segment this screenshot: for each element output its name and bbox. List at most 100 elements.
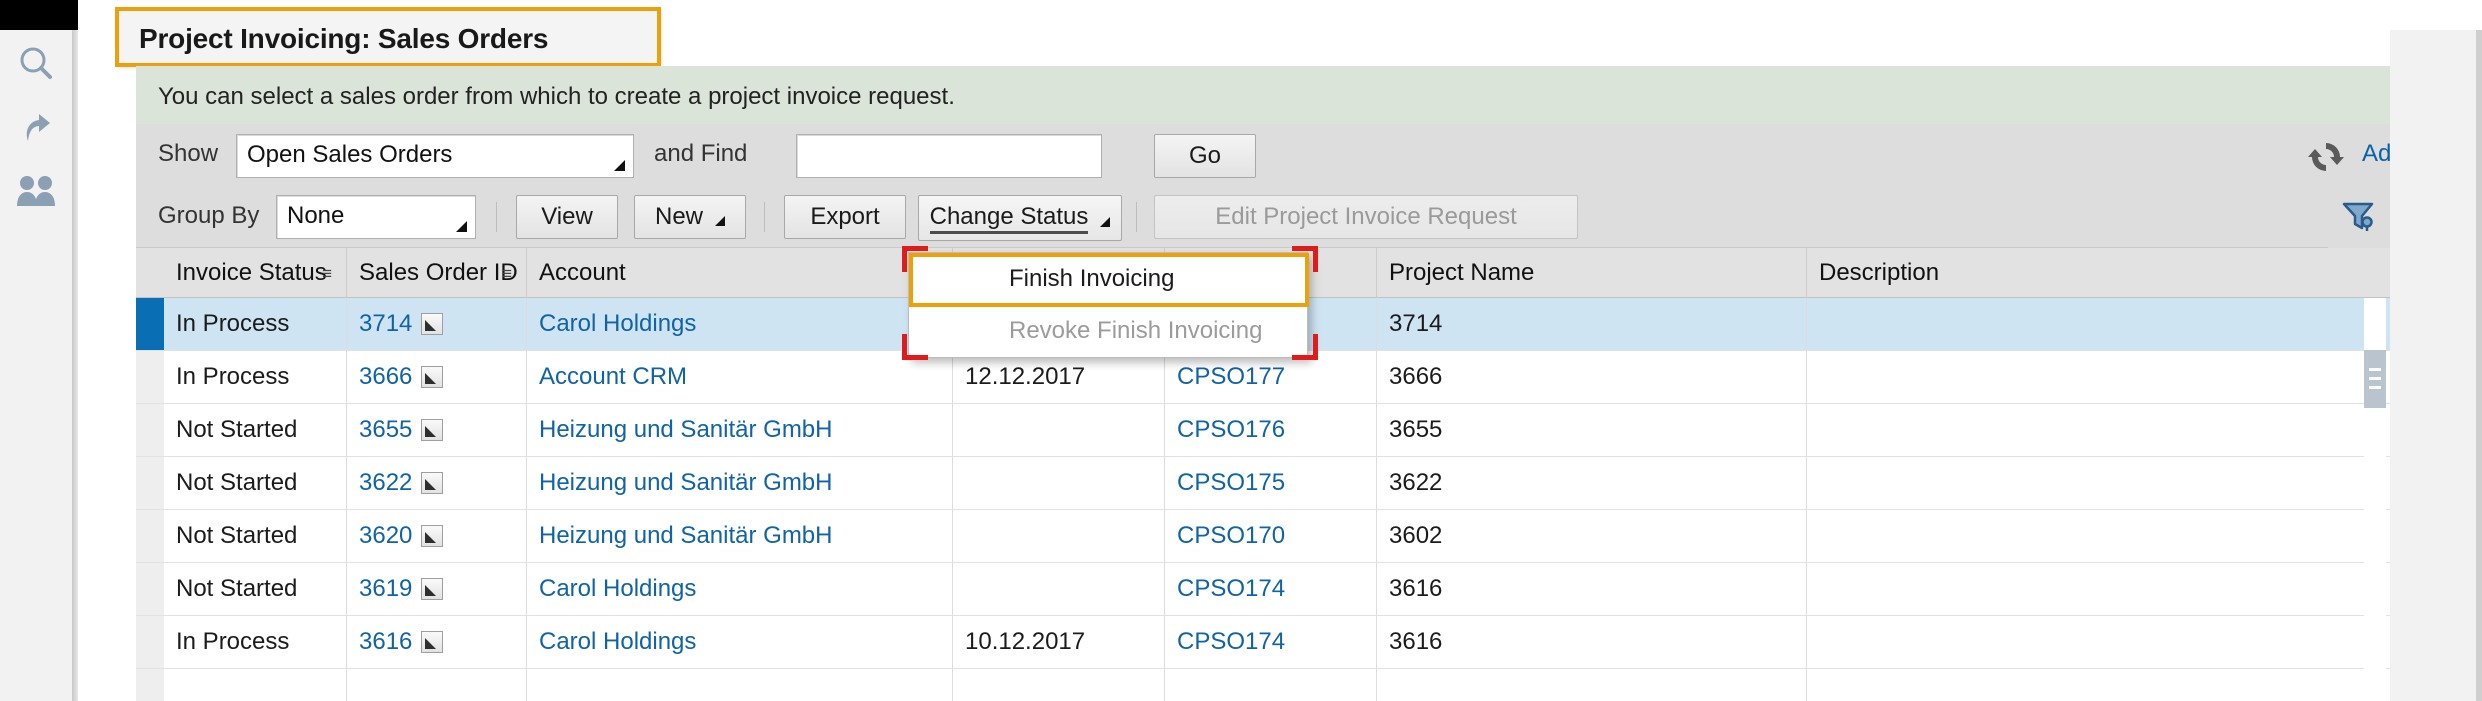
table-row[interactable]: Not Started 3622 Heizung und Sanitär GmbH C… (136, 457, 2390, 510)
cell-sales-order-id: 3666 (346, 351, 526, 403)
top-left-black-strip (0, 0, 78, 30)
chevron-down-icon (456, 221, 467, 232)
filter-settings-button[interactable] (2328, 186, 2390, 248)
sales-order-id-link[interactable]: 3616 (359, 628, 412, 656)
row-selection-marker[interactable] (136, 404, 164, 456)
row-action-chevron-icon[interactable] (421, 472, 444, 494)
sales-order-id-wrapper: 3655 (359, 416, 444, 444)
show-label: Show (158, 140, 219, 167)
cell-description (1806, 404, 2346, 456)
page-title: Project Invoicing: Sales Orders (139, 23, 549, 54)
row-action-chevron-icon[interactable] (421, 578, 444, 600)
row-selection-marker[interactable] (136, 616, 164, 668)
export-button[interactable]: Export (784, 195, 906, 239)
cell-invoice-status: Not Started (176, 575, 298, 602)
cell-sales-order-id: 3619 (346, 563, 526, 615)
column-header-sales-order-id[interactable]: Sales Order ID ≡ (346, 248, 526, 298)
table-row[interactable]: Not Started 3619 Carol Holdings CPSO174 3616 (136, 563, 2390, 616)
find-input[interactable] (797, 135, 1101, 177)
edit-project-invoice-request-button: Edit Project Invoice Request (1154, 195, 1578, 239)
cell-account[interactable]: Carol Holdings (526, 616, 952, 668)
edit-project-invoice-request-label: Edit Project Invoice Request (1215, 203, 1517, 230)
sales-order-id-link[interactable]: 3666 (359, 363, 412, 391)
cell-account[interactable] (526, 669, 952, 701)
menu-item-finish-invoicing-label: Finish Invoicing (1009, 265, 1175, 292)
cell-date (952, 510, 1164, 562)
row-selection-marker[interactable] (136, 669, 164, 701)
sales-order-id-wrapper: 3619 (359, 575, 444, 603)
table-row[interactable]: Not Started 3620 Heizung und Sanitär GmbH C… (136, 510, 2390, 563)
sort-icon[interactable]: ≡ (322, 265, 332, 282)
row-action-chevron-icon[interactable] (421, 419, 444, 441)
row-selection-marker[interactable] (136, 510, 164, 562)
search-icon[interactable] (12, 40, 60, 88)
cell-project-name: 3655 (1376, 404, 1806, 456)
cell-project-id[interactable] (1164, 669, 1376, 701)
scrollbar-thumb[interactable] (2364, 350, 2386, 408)
cell-project-id[interactable]: CPSO174 (1164, 616, 1376, 668)
people-icon[interactable] (12, 168, 60, 216)
row-action-chevron-icon[interactable] (421, 366, 444, 388)
row-selection-marker[interactable] (136, 563, 164, 615)
menu-item-finish-invoicing[interactable]: Finish Invoicing (909, 253, 1307, 305)
cell-invoice-status: In Process (176, 363, 290, 390)
table-row[interactable]: In Process 3666 Account CRM 12.12.2017 CPSO1… (136, 351, 2390, 404)
group-by-select[interactable]: None (276, 195, 476, 239)
table-row[interactable]: Not Started 3655 Heizung und Sanitär GmbH C… (136, 404, 2390, 457)
cell-account[interactable]: Heizung und Sanitär GmbH (526, 404, 952, 456)
cell-invoice-status: Not Started (176, 522, 298, 549)
sales-order-id-link[interactable]: 3620 (359, 522, 412, 550)
cell-project-name: 3616 (1376, 616, 1806, 668)
cell-project-id[interactable]: CPSO174 (1164, 563, 1376, 615)
column-header-invoice-status[interactable]: Invoice Status ≡ (164, 248, 346, 298)
cell-account[interactable]: Carol Holdings (526, 563, 952, 615)
cell-project-id[interactable]: CPSO170 (1164, 510, 1376, 562)
table-vertical-scrollbar[interactable] (2364, 298, 2386, 701)
share-icon[interactable] (12, 104, 60, 152)
find-input-wrapper[interactable] (796, 134, 1102, 178)
column-header-description[interactable]: Description (1806, 248, 2346, 298)
sales-order-id-link[interactable]: 3714 (359, 310, 412, 338)
row-action-chevron-icon[interactable] (421, 525, 444, 547)
cell-project-id[interactable]: CPSO175 (1164, 457, 1376, 509)
filter-sort-icon[interactable]: ≡ (502, 265, 512, 282)
cell-account[interactable]: Account CRM (526, 351, 952, 403)
chevron-down-icon (614, 160, 625, 171)
column-header-account[interactable]: Account (526, 248, 952, 298)
cell-project-id[interactable]: CPSO176 (1164, 404, 1376, 456)
sales-order-id-link[interactable]: 3655 (359, 416, 412, 444)
row-selection-marker[interactable] (136, 457, 164, 509)
cell-project-id[interactable]: CPSO177 (1164, 351, 1376, 403)
view-button[interactable]: View (516, 195, 618, 239)
menu-item-revoke-finish-invoicing: Revoke Finish Invoicing (909, 305, 1307, 357)
change-status-dropdown-menu: Finish Invoicing Revoke Finish Invoicing (908, 252, 1309, 358)
row-action-chevron-icon[interactable] (421, 631, 444, 653)
toolbar-divider (1136, 202, 1137, 232)
row-action-chevron-icon[interactable] (421, 313, 444, 335)
cell-account[interactable]: Heizung und Sanitär GmbH (526, 510, 952, 562)
table-row[interactable] (136, 669, 2390, 701)
sales-order-id-link[interactable]: 3622 (359, 469, 412, 497)
cell-sales-order-id: 3616 (346, 616, 526, 668)
page-scrollbar[interactable] (2476, 30, 2482, 701)
sales-order-id-link[interactable]: 3619 (359, 575, 412, 603)
cell-account[interactable]: Carol Holdings (526, 298, 952, 350)
new-button[interactable]: New (634, 195, 746, 239)
go-button[interactable]: Go (1154, 134, 1256, 178)
row-selection-marker[interactable] (136, 351, 164, 403)
cell-date: 10.12.2017 (952, 616, 1164, 668)
cell-project-name: 3714 (1376, 298, 1806, 350)
column-header-project-name[interactable]: Project Name (1376, 248, 1806, 298)
chevron-down-icon (715, 216, 725, 226)
change-status-button[interactable]: Change Status (918, 195, 1122, 241)
cell-invoice-status: Not Started (176, 416, 298, 443)
row-selection-marker[interactable] (136, 298, 164, 350)
refresh-icon[interactable] (2307, 138, 2345, 181)
go-button-label: Go (1188, 142, 1221, 169)
cell-account[interactable]: Heizung und Sanitär GmbH (526, 457, 952, 509)
info-bar: You can select a sales order from which … (136, 66, 2390, 124)
table-row[interactable]: In Process 3616 Carol Holdings 10.12.2017 CP… (136, 616, 2390, 669)
cell-description (1806, 351, 2346, 403)
show-select[interactable]: Open Sales Orders (236, 134, 634, 178)
cell-invoice-status (164, 669, 346, 701)
